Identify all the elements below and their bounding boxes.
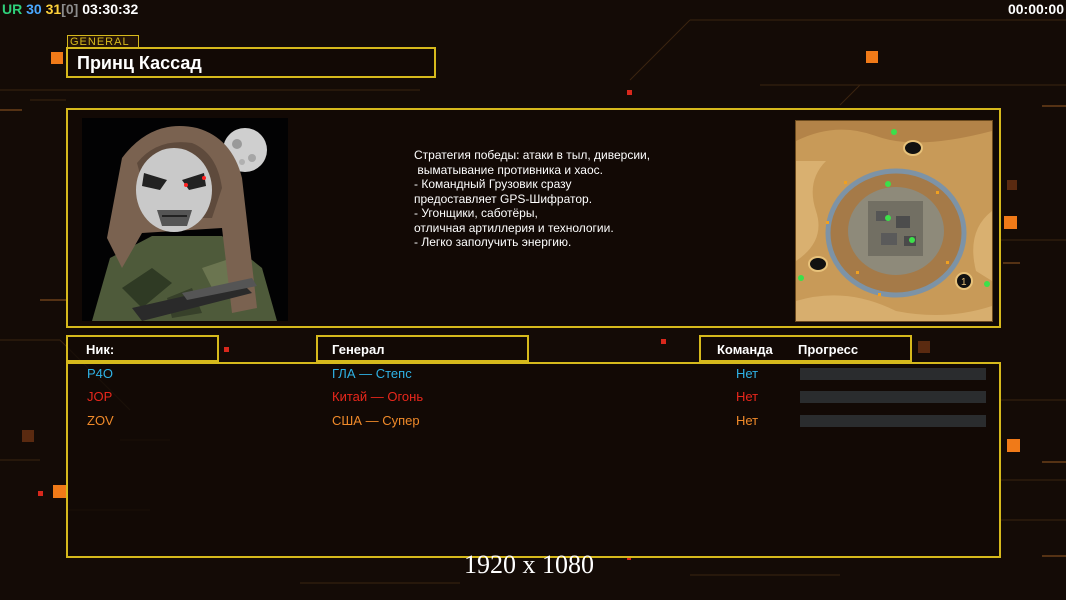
header-progress-label: Прогресс xyxy=(798,342,859,357)
fps-limit: 31 xyxy=(45,1,62,17)
player-nick: ZOV xyxy=(87,413,114,428)
game-timer: 00:00:00 xyxy=(1007,1,1064,17)
strategy-line: - Угонщики, саботёры, xyxy=(414,206,538,220)
players-panel: P4O ГЛА — Степс Нет JOP Китай — Огонь Не… xyxy=(66,362,1001,558)
player-progress-bar xyxy=(800,391,986,403)
player-nick: P4O xyxy=(87,366,114,381)
player-team: Нет xyxy=(736,389,759,404)
resolution-label: 1920 x 1080 xyxy=(464,550,594,579)
strategy-line: предоставляет GPS-Шифратор. xyxy=(414,191,593,206)
clock: 03:30:32 xyxy=(82,1,139,17)
general-info-panel: Стратегия победы: атаки в тыл, диверсии,… xyxy=(66,108,1001,328)
fps-value: 30 xyxy=(26,1,42,17)
general-portrait xyxy=(82,118,288,321)
player-general: Китай — Огонь xyxy=(332,389,424,404)
header-team-progress: Команда Прогресс xyxy=(699,335,912,362)
dropped-frames: [0] xyxy=(61,1,79,17)
strategy-line: - Легко заполучить энергию. xyxy=(414,235,572,249)
strategy-description: Стратегия победы: атаки в тыл, диверсии,… xyxy=(414,148,650,250)
header-general: Генерал xyxy=(316,335,529,362)
player-nick: JOP xyxy=(87,389,113,404)
header-nick: Ник: xyxy=(66,335,219,362)
strategy-line: выматывание противника и хаос. xyxy=(414,162,603,177)
header-team-label: Команда xyxy=(717,342,773,357)
player-progress-bar xyxy=(800,415,986,427)
strategy-line: отличная артиллерия и технологии. xyxy=(414,220,614,235)
strategy-line: Стратегия победы: атаки в тыл, диверсии, xyxy=(414,148,651,162)
player-row: P4O ГЛА — Степс Нет xyxy=(68,364,999,384)
general-name: Принц Кассад xyxy=(77,53,202,73)
ur-label: UR xyxy=(2,1,23,17)
player-row: JOP Китай — Огонь Нет xyxy=(68,387,999,407)
player-general: США — Супер xyxy=(332,413,420,428)
player-progress-bar xyxy=(800,368,986,380)
player-team: Нет xyxy=(736,413,759,428)
svg-text:1: 1 xyxy=(961,277,967,288)
general-name-panel: Принц Кассад xyxy=(66,47,436,78)
fps-counter: UR 30 31[0] 03:30:32 xyxy=(2,1,138,17)
player-general: ГЛА — Степс xyxy=(332,366,412,381)
player-row: ZOV США — Супер Нет xyxy=(68,411,999,431)
map-preview: 1 xyxy=(795,120,993,322)
header-nick-label: Ник: xyxy=(86,342,115,357)
strategy-line: - Командный Грузовик сразу xyxy=(414,177,572,191)
header-general-label: Генерал xyxy=(332,342,385,357)
player-team: Нет xyxy=(736,366,759,381)
